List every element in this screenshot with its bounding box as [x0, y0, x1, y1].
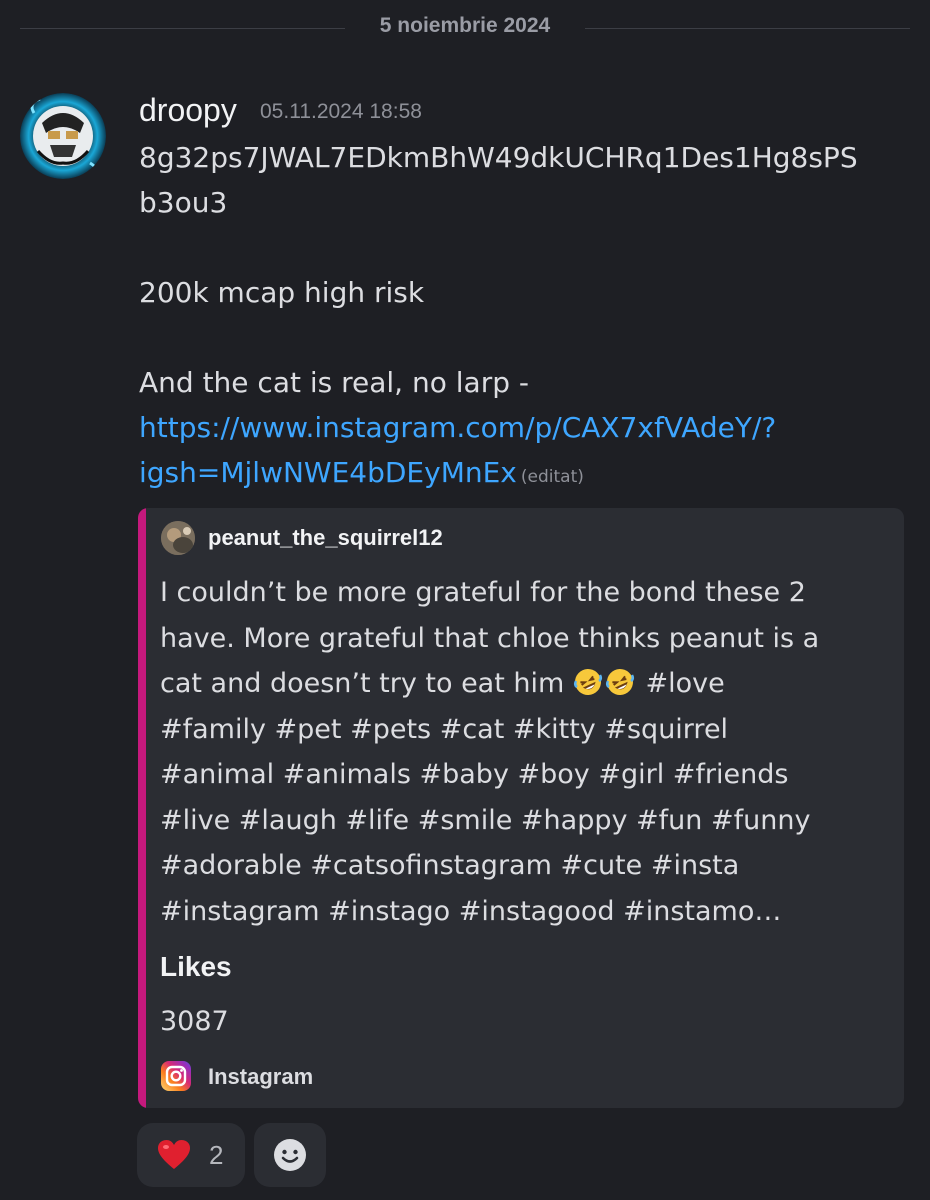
message-line: And the cat is real, no larp -	[139, 366, 529, 399]
embed-desc-line: #adorable #catsofinstagram #cute #insta	[160, 850, 740, 881]
divider-line-left	[20, 28, 345, 29]
embed-desc-text: #love	[645, 668, 725, 699]
embed-desc-line-with-emoji: cat and doesn’t try to eat him #love	[160, 661, 890, 707]
message-line: b3ou3	[139, 186, 228, 219]
instagram-icon	[161, 1061, 191, 1091]
author-avatar[interactable]	[20, 93, 106, 179]
rolling-on-floor-laughing-emoji	[605, 669, 634, 695]
embed-author-avatar	[161, 521, 195, 555]
message-timestamp[interactable]: 05.11.2024 18:58	[260, 100, 422, 124]
divider-date: 5 noiembrie 2024	[379, 14, 551, 37]
add-reaction-button[interactable]	[254, 1123, 326, 1187]
reaction-heart[interactable]: 2	[137, 1123, 245, 1187]
red-heart-icon	[158, 1140, 190, 1169]
embed-desc-line: #animal #animals #baby #boy #girl #frien…	[160, 759, 789, 790]
embed-field-value: 3087	[160, 1006, 229, 1037]
embed-desc-line: I couldn’t be more grateful for the bond…	[160, 577, 806, 608]
edited-label: (editat)	[520, 467, 584, 487]
discord-chat-view: 5 noiembrie 2024 droopy 05.11.2024 18:58…	[0, 0, 930, 1200]
embed-footer-text: Instagram	[208, 1064, 314, 1089]
embed-desc-line: #family #pet #pets #cat #kitty #squirrel	[160, 713, 729, 745]
instagram-link-line-2[interactable]: igsh=MjlwNWE4bDEyMnEx (editat)	[139, 450, 899, 500]
message-line: 8g32ps7JWAL7EDkmBhW49dkUCHRq1Des1Hg8sPS	[139, 141, 858, 174]
embed-desc-line: #live #laugh #life #smile #happy #fun #f…	[160, 804, 811, 836]
rolling-on-floor-laughing-emoji	[573, 669, 602, 695]
instagram-link[interactable]: https://www.instagram.com/p/CAX7xfVAdeY/…	[139, 411, 776, 444]
instagram-link-line-1[interactable]: https://www.instagram.com/p/CAX7xfVAdeY/…	[139, 405, 899, 450]
add-reaction-smiley-icon	[274, 1139, 306, 1171]
message-line: 200k mcap high risk	[139, 276, 425, 309]
instagram-embed: peanut_the_squirrel12 I couldn’t be more…	[138, 508, 904, 1108]
embed-author-name[interactable]: peanut_the_squirrel12	[208, 525, 443, 551]
author-username[interactable]: droopy	[139, 92, 237, 129]
embed-field-name: Likes	[160, 951, 232, 982]
embed-description: I couldn’t be more grateful for the bond…	[160, 570, 890, 934]
embed-desc-line: #instagram #instago #instagood #instamo…	[160, 895, 782, 927]
embed-desc-line: have. More grateful that chloe thinks pe…	[160, 622, 820, 654]
embed-desc-text: cat and doesn’t try to eat him	[160, 668, 565, 699]
embed-accent-bar	[138, 508, 146, 1108]
instagram-link[interactable]: igsh=MjlwNWE4bDEyMnEx	[139, 456, 517, 489]
date-divider: 5 noiembrie 2024	[0, 14, 930, 37]
divider-line-right	[585, 28, 910, 29]
reaction-count: 2	[209, 1140, 224, 1170]
